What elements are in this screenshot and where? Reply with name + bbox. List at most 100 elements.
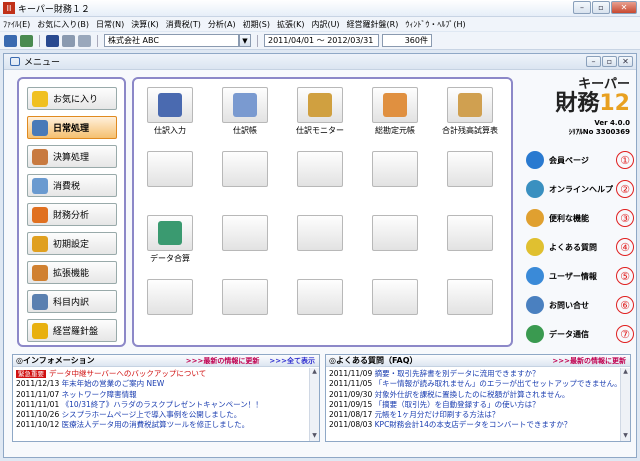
menu-item[interactable]: 日常(N) xyxy=(96,19,124,30)
news-item[interactable]: 2011/10/12 医療法人データ用の消費税試算ツールを修正しました。 xyxy=(16,420,306,430)
news-text[interactable]: 「キー情報が読み取れません」のエラーが出てセットアップできません。 xyxy=(375,379,617,388)
function-tile[interactable]: 仕訳入力 xyxy=(144,87,196,135)
news-item[interactable]: 2011/11/05 「キー情報が読み取れません」のエラーが出てセットアップでき… xyxy=(329,379,617,389)
menu-item[interactable]: 決算(K) xyxy=(131,19,159,30)
news-text[interactable]: 元帳を1ヶ月分だけ印刷する方法は？ xyxy=(375,410,500,419)
side-link[interactable]: お問い合せ ⑥ xyxy=(526,294,636,316)
side-link-label: オンラインヘルプ xyxy=(549,184,613,194)
record-count: 360件 xyxy=(382,34,432,47)
menu-item[interactable]: お気に入り(B) xyxy=(37,19,89,30)
key-icon[interactable] xyxy=(78,34,91,47)
news-text[interactable]: 摘要・取引先辞書を別データに流用できますか？ xyxy=(375,369,540,378)
open-icon[interactable] xyxy=(20,34,33,47)
news-text[interactable]: 「摘要（取引先）を自動登録する」の使い方は？ xyxy=(375,400,540,409)
menu-item[interactable]: ﾌｧｲﾙ(E) xyxy=(3,19,30,30)
nav-icon xyxy=(32,235,48,252)
nav-icon xyxy=(32,148,48,165)
menu-item[interactable]: 拡張(K) xyxy=(277,19,305,30)
nav-button[interactable]: お気に入り xyxy=(27,87,117,110)
news-date: 2011/09/15 xyxy=(329,399,373,409)
tool-icon[interactable] xyxy=(62,34,75,47)
news-text[interactable]: 《10/31終了》ハラダのラスクプレゼントキャンペーン！！ xyxy=(62,400,263,409)
print-icon[interactable] xyxy=(46,34,59,47)
save-icon[interactable] xyxy=(4,34,17,47)
empty-tile xyxy=(369,279,421,327)
nav-button[interactable]: 日常処理 xyxy=(27,116,117,139)
function-icon xyxy=(458,93,482,117)
nav-button[interactable]: 科目内訳 xyxy=(27,290,117,313)
function-tile[interactable]: データ合算 xyxy=(144,215,196,263)
function-tile[interactable]: 仕訳モニター xyxy=(294,87,346,135)
category-panel: お気に入り日常処理決算処理消費税財務分析初期設定拡張機能科目内訳経営羅針盤 xyxy=(17,77,126,347)
function-label: 仕訳モニター xyxy=(296,126,344,135)
nav-label: 財務分析 xyxy=(53,211,90,221)
side-link[interactable]: ユーザー情報 ⑤ xyxy=(526,265,636,287)
faq-scrollbar[interactable]: ▲ ▼ xyxy=(620,368,630,441)
info-refresh-link[interactable]: >>>最新の情報に更新 xyxy=(186,356,260,366)
news-date: 2011/10/26 xyxy=(16,410,60,420)
news-item[interactable]: 2011/08/17 元帳を1ヶ月分だけ印刷する方法は？ xyxy=(329,410,617,420)
menu-item[interactable]: ｳｨﾝﾄﾞｳ・ﾍﾙﾌﾟ(H) xyxy=(405,19,465,30)
side-link[interactable]: オンラインヘルプ ② xyxy=(526,178,636,200)
news-item[interactable]: 2011/11/01 《10/31終了》ハラダのラスクプレゼントキャンペーン！！ xyxy=(16,400,306,410)
close-button[interactable]: ✕ xyxy=(611,1,637,14)
news-item[interactable]: 2011/11/07 ネットワーク障害情報 xyxy=(16,390,306,400)
side-link-number: ⑥ xyxy=(616,296,634,314)
nav-button[interactable]: 消費税 xyxy=(27,174,117,197)
company-select[interactable]: 株式会社 ABC xyxy=(104,34,239,47)
menu-item[interactable]: 経営羅針盤(R) xyxy=(347,19,399,30)
news-item[interactable]: 2011/09/15 「摘要（取引先）を自動登録する」の使い方は？ xyxy=(329,400,617,410)
side-link-label: ユーザー情報 xyxy=(549,271,597,281)
nav-button[interactable]: 拡張機能 xyxy=(27,261,117,284)
news-item[interactable]: 2011/09/30 対象外仕訳を課税に置換したのに税額が計算されません。 xyxy=(329,390,617,400)
nav-button[interactable]: 初期設定 xyxy=(27,232,117,255)
nav-button[interactable]: 財務分析 xyxy=(27,203,117,226)
function-tile[interactable]: 総勘定元帳 xyxy=(369,87,421,135)
news-item[interactable]: 2011/08/03 KPC財務会計14の本支店データをコンバートできますか？ xyxy=(329,420,617,430)
news-text[interactable]: データ中継サーバーへのバックアップについて xyxy=(49,369,206,378)
news-text[interactable]: 年末年始の営業のご案内 NEW xyxy=(62,379,165,388)
nav-button[interactable]: 経営羅針盤 xyxy=(27,319,117,342)
information-panel: ◎インフォメーション >>>最新の情報に更新 >>>全て表示 緊急重要 データ中継… xyxy=(12,354,320,442)
menu-item[interactable]: 消費税(T) xyxy=(166,19,201,30)
sub-close-button[interactable]: ✕ xyxy=(618,56,633,67)
chevron-down-icon[interactable]: ▼ xyxy=(239,34,251,47)
side-link[interactable]: データ通信 ⑦ xyxy=(526,323,636,345)
news-text[interactable]: 医療法人データ用の消費税試算ツールを修正しました。 xyxy=(62,420,250,429)
menu-item[interactable]: 内訳(U) xyxy=(311,19,339,30)
info-title: ◎インフォメーション xyxy=(16,356,95,365)
news-text[interactable]: ネットワーク障害情報 xyxy=(62,390,137,399)
news-text[interactable]: KPC財務会計14の本支店データをコンバートできますか？ xyxy=(375,420,572,429)
empty-tile xyxy=(444,151,496,199)
info-scrollbar[interactable]: ▲ ▼ xyxy=(309,368,319,441)
nav-button[interactable]: 決算処理 xyxy=(27,145,117,168)
function-label: 仕訳入力 xyxy=(154,126,186,135)
minimize-button[interactable]: – xyxy=(573,1,591,14)
menu-item[interactable]: 初期(S) xyxy=(243,19,270,30)
news-item[interactable]: 2011/10/26 シスプラホームページ上で導入事例を公開しました。 xyxy=(16,410,306,420)
side-link[interactable]: 便利な機能 ③ xyxy=(526,207,636,229)
news-item[interactable]: 緊急重要 データ中継サーバーへのバックアップについて xyxy=(16,369,306,379)
period-field[interactable]: 2011/04/01 ～ 2012/03/31 xyxy=(264,34,379,47)
menu-item[interactable]: 分析(A) xyxy=(208,19,236,30)
news-text[interactable]: 対象外仕訳を課税に置換したのに税額が計算されません。 xyxy=(375,390,570,399)
side-link-number: ① xyxy=(616,151,634,169)
news-item[interactable]: 2011/12/13 年末年始の営業のご案内 NEW xyxy=(16,379,306,389)
side-link-label: データ通信 xyxy=(549,329,589,339)
sub-maximize-button[interactable]: ▫ xyxy=(602,56,617,67)
faq-refresh-link[interactable]: >>>最新の情報に更新 xyxy=(552,356,626,366)
info-showall-link[interactable]: >>>全て表示 xyxy=(269,356,315,366)
function-tile[interactable]: 合計残高試算表 xyxy=(442,87,498,135)
maximize-button[interactable]: ▫ xyxy=(592,1,610,14)
news-text[interactable]: シスプラホームページ上で導入事例を公開しました。 xyxy=(62,410,242,419)
empty-tile xyxy=(294,279,346,327)
side-link-number: ② xyxy=(616,180,634,198)
function-tile[interactable]: 仕訳帳 xyxy=(219,87,271,135)
side-link[interactable]: 会員ページ ① xyxy=(526,149,636,171)
version-label: Ver 4.0.0 xyxy=(594,119,630,127)
side-link-number: ⑦ xyxy=(616,325,634,343)
side-link[interactable]: よくある質問 ④ xyxy=(526,236,636,258)
sub-minimize-button[interactable]: – xyxy=(586,56,601,67)
news-item[interactable]: 2011/11/09 摘要・取引先辞書を別データに流用できますか？ xyxy=(329,369,617,379)
nav-icon xyxy=(32,293,48,310)
